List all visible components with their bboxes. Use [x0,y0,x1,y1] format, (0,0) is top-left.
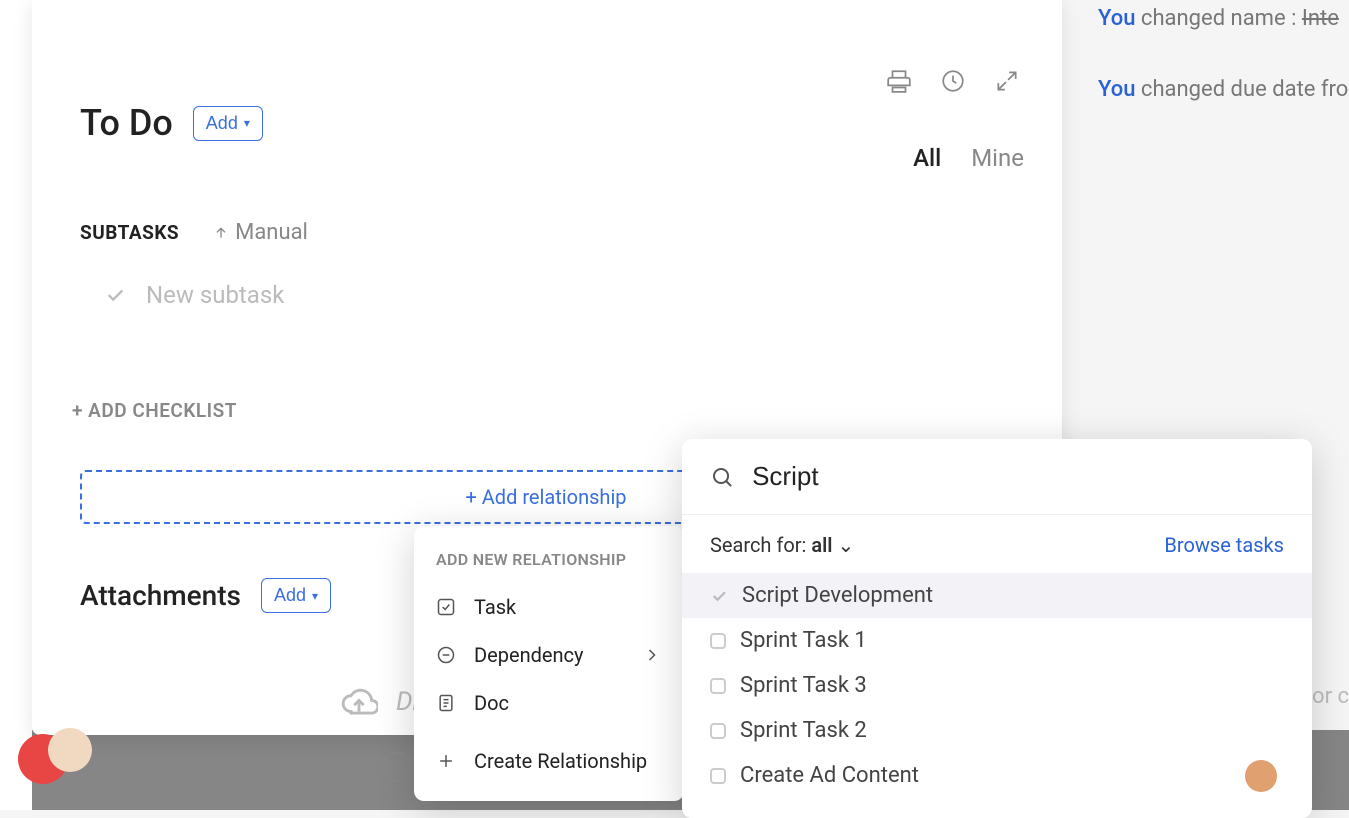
chevron-down-icon: ▾ [244,116,250,130]
activity-line: You changed due date fro [1098,77,1349,102]
attachments-label: Attachments [80,579,241,612]
search-result[interactable]: Sprint Task 1 [682,618,1312,663]
browse-tasks-link[interactable]: Browse tasks [1164,533,1284,557]
user-avatar[interactable] [1245,760,1277,792]
chevron-down-icon: ⌄ [832,533,854,557]
status-box-icon [710,723,726,739]
status-title: To Do [80,102,173,144]
add-relationship-label: + Add relationship [465,485,626,509]
plus-icon [436,751,456,771]
new-subtask-placeholder: New subtask [146,281,284,309]
expand-icon[interactable] [994,68,1020,98]
add-button[interactable]: Add ▾ [193,106,263,141]
rel-item-doc[interactable]: Doc [422,679,676,727]
check-icon [710,587,728,605]
search-result[interactable]: Sprint Task 3 [682,663,1312,708]
sort-label: Manual [235,220,308,245]
result-label: Sprint Task 3 [740,673,867,698]
search-icon [710,464,734,490]
tab-mine[interactable]: Mine [971,144,1024,172]
search-scope[interactable]: Search for: all ⌄ [710,533,854,557]
add-button-label: Add [206,113,238,134]
upload-cloud-icon [340,683,378,721]
rel-item-label: Doc [474,691,509,715]
activity-actor: You [1098,77,1135,102]
search-result[interactable]: Script Development [682,573,1312,618]
result-label: Script Development [742,583,933,608]
task-search-popover: Search for: all ⌄ Browse tasks Script De… [682,439,1312,818]
add-attachment-button[interactable]: Add ▾ [261,578,331,613]
check-icon [104,284,126,306]
chevron-down-icon: ▾ [312,589,318,603]
add-attachment-label: Add [274,585,306,606]
add-checklist-button[interactable]: + ADD CHECKLIST [72,399,1012,422]
search-input[interactable] [752,461,1284,492]
help-icon[interactable]: ? [382,752,412,782]
sort-control[interactable]: Manual [213,220,308,245]
activity-line: You changed name : Inte [1098,6,1349,31]
relationship-popover: ADD NEW RELATIONSHIP Task Dependency Doc… [414,526,684,801]
activity-actor: You [1098,6,1135,31]
subtasks-label: SUBTASKS [80,221,179,244]
status-box-icon [710,678,726,694]
rel-item-create[interactable]: Create Relationship [422,737,676,785]
history-icon[interactable] [940,68,966,98]
document-icon [436,693,456,713]
search-result[interactable]: Sprint Task 2 [682,708,1312,753]
minus-circle-icon [436,645,456,665]
new-subtask-row[interactable]: New subtask [80,281,1012,309]
rel-item-dependency[interactable]: Dependency [422,631,676,679]
print-icon[interactable] [886,68,912,98]
result-label: Create Ad Content [740,763,919,788]
popover-header: ADD NEW RELATIONSHIP [422,550,676,583]
arrow-up-icon [213,225,229,241]
result-label: Sprint Task 1 [740,628,867,653]
activity-log: You changed name : Inte You changed due … [1098,0,1349,148]
avatar[interactable] [18,734,68,784]
search-results: Script Development Sprint Task 1 Sprint … [682,567,1312,818]
checkbox-icon [436,597,456,617]
status-box-icon [710,633,726,649]
rel-item-label: Create Relationship [474,749,647,773]
tab-all[interactable]: All [913,144,941,172]
result-label: Sprint Task 2 [740,718,867,743]
status-box-icon [710,768,726,784]
rel-item-label: Dependency [474,643,583,667]
rel-item-task[interactable]: Task [422,583,676,631]
chevron-right-icon [642,645,662,665]
search-result[interactable]: Create Ad Content [682,753,1312,798]
rel-item-label: Task [474,595,516,619]
left-rail [0,0,32,810]
